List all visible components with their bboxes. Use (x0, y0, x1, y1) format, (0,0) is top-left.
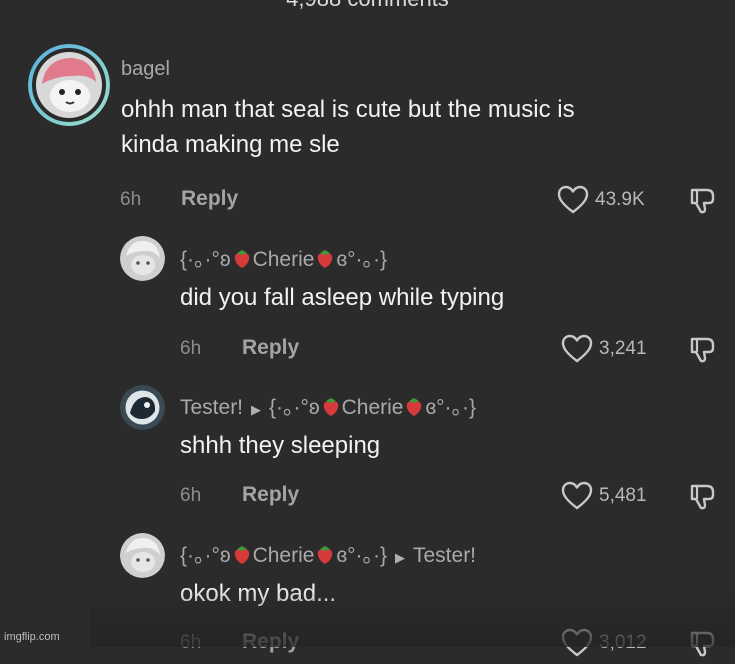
caret-right-icon: ▶ (251, 402, 262, 417)
strawberry-icon (234, 250, 249, 268)
avatar[interactable] (120, 236, 165, 281)
avatar[interactable] (28, 44, 110, 126)
reply-button[interactable]: Reply (242, 336, 299, 360)
comment-timestamp: 6h (120, 189, 142, 210)
strawberry-icon (318, 546, 333, 564)
comment-timestamp: 6h (180, 485, 202, 506)
username-prefix: {·。·°ʚ (180, 248, 231, 271)
reply-button[interactable]: Reply (181, 187, 238, 211)
username-name: Cherie (252, 248, 315, 271)
username-suffix: ɞ°·。·} (336, 248, 387, 271)
reply-to-name: Cherie (341, 396, 404, 419)
username-prefix: {·。·°ʚ (180, 544, 231, 567)
reply-to-suffix: ɞ°·。·} (425, 396, 477, 419)
comment-text-line: ohhh man that seal is cute but the music… (121, 96, 575, 123)
like-count: 3,241 (599, 338, 647, 359)
like-count: 43.9K (595, 189, 645, 210)
thumbs-down-icon (690, 188, 715, 214)
comment-username[interactable]: Tester! ▶ {·。·°ʚ Cherie ɞ°·。·} (180, 391, 476, 421)
heart-outline-icon (561, 481, 593, 510)
username-suffix: ɞ°·。·} (336, 544, 387, 567)
thumbs-down-icon (690, 337, 715, 363)
bottom-fade-overlay (90, 587, 735, 647)
dislike-button[interactable] (688, 482, 718, 517)
like-button[interactable]: 3,241 (561, 334, 647, 364)
strawberry-icon (318, 250, 333, 268)
heart-outline-icon (561, 334, 593, 363)
caret-right-icon: ▶ (395, 550, 405, 565)
heart-outline-icon (557, 185, 589, 214)
avatar[interactable] (120, 385, 165, 430)
watermark: imgflip.com (4, 631, 60, 643)
like-count: 5,481 (599, 485, 647, 506)
comment-text: shhh they sleeping (180, 432, 381, 459)
comment-text: did you fall asleep while typing (180, 284, 505, 311)
strawberry-icon (323, 398, 338, 416)
dislike-button[interactable] (688, 335, 718, 370)
like-button[interactable]: 43.9K (557, 185, 645, 215)
username-name: Tester! (180, 396, 244, 419)
username-name: Cherie (252, 544, 315, 567)
comment-text: ohhh man that seal is cute but the music… (121, 92, 575, 162)
reply-to-prefix: {·。·°ʚ (269, 396, 320, 419)
thumbs-down-icon (690, 484, 715, 510)
strawberry-icon (407, 398, 422, 416)
reply-button[interactable]: Reply (242, 483, 299, 507)
like-button[interactable]: 5,481 (561, 481, 647, 511)
avatar[interactable] (120, 533, 165, 578)
reply-to-name: Tester! (413, 544, 477, 567)
comment-count: 4,988 comments (0, 0, 735, 12)
comment-username[interactable]: {·。·°ʚ Cherie ɞ°·。·} (180, 243, 387, 273)
dislike-button[interactable] (688, 186, 718, 221)
comment-timestamp: 6h (180, 338, 202, 359)
comment-username[interactable]: bagel (121, 58, 170, 81)
comment-username[interactable]: {·。·°ʚ Cherie ɞ°·。·} ▶ Tester! (180, 539, 476, 569)
comment-text-line: kinda making me sle (121, 131, 340, 158)
strawberry-icon (234, 546, 249, 564)
